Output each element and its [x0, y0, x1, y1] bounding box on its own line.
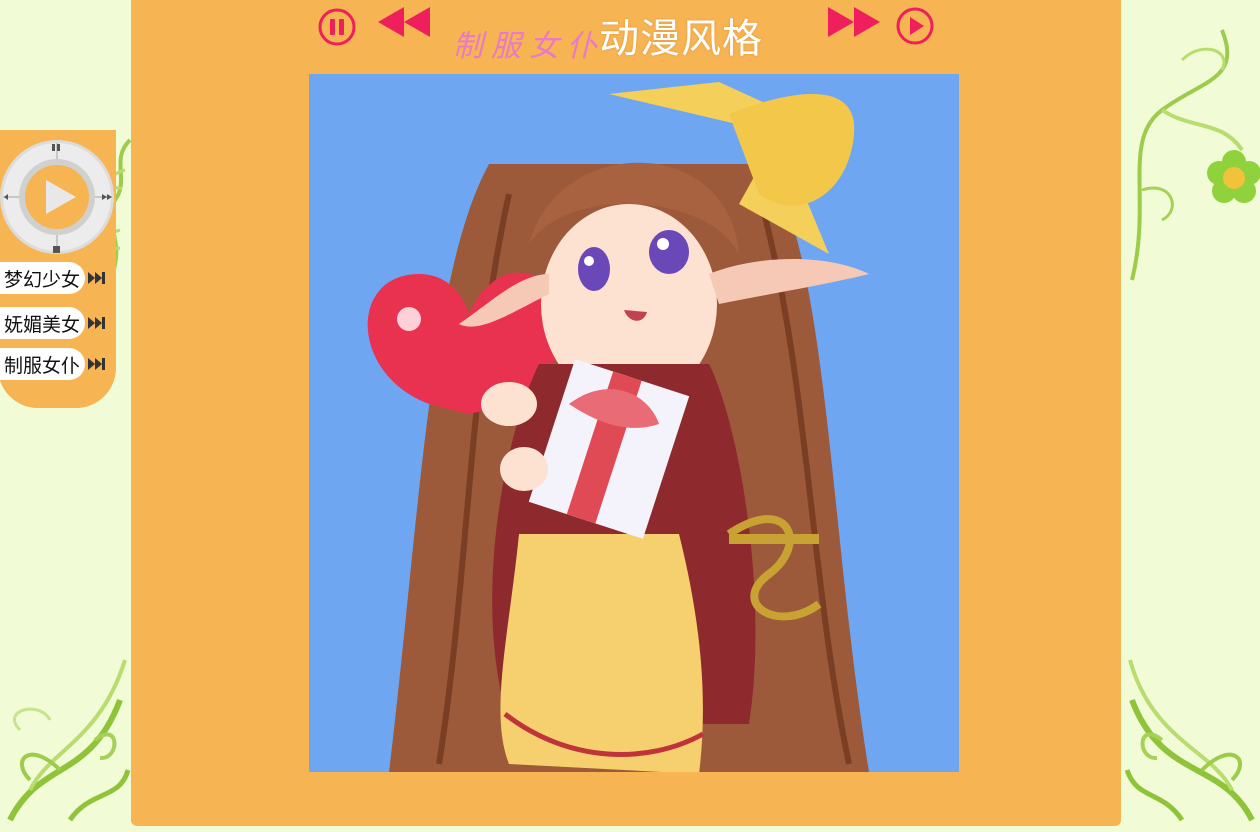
skip-next-icon[interactable] — [88, 317, 106, 329]
sidebar-item-label: 妩媚美女 — [0, 307, 86, 339]
gallery-image[interactable] — [309, 74, 959, 772]
rewind-icon[interactable] — [376, 5, 432, 43]
style-title: 动漫风格 — [599, 16, 763, 62]
play-disc-icon[interactable] — [0, 138, 116, 256]
sidebar-item-dream-girl[interactable]: 梦幻少女 — [0, 261, 106, 295]
floral-decoration-right-top — [1122, 20, 1260, 300]
sidebar-item-label: 梦幻少女 — [0, 262, 86, 294]
sidebar-item-charming-beauty[interactable]: 妩媚美女 — [0, 306, 106, 340]
fast-forward-icon[interactable] — [826, 5, 882, 43]
gallery-toolbar: 制服女仆动漫风格 — [131, 0, 1121, 70]
floral-decoration-left-bottom — [0, 640, 132, 832]
category-title: 制服女仆 — [453, 29, 605, 64]
play-circle-icon[interactable] — [895, 6, 935, 50]
skip-next-icon[interactable] — [88, 272, 106, 284]
gallery-panel: 制服女仆动漫风格 — [131, 0, 1121, 826]
gallery-title: 制服女仆动漫风格 — [453, 6, 763, 66]
skip-next-icon[interactable] — [88, 358, 106, 370]
sidebar-item-uniform-maid[interactable]: 制服女仆 — [0, 347, 106, 381]
sidebar-item-label: 制服女仆 — [0, 348, 86, 380]
pause-circle-icon[interactable] — [317, 7, 357, 51]
floral-decoration-right-bottom — [1122, 640, 1260, 832]
